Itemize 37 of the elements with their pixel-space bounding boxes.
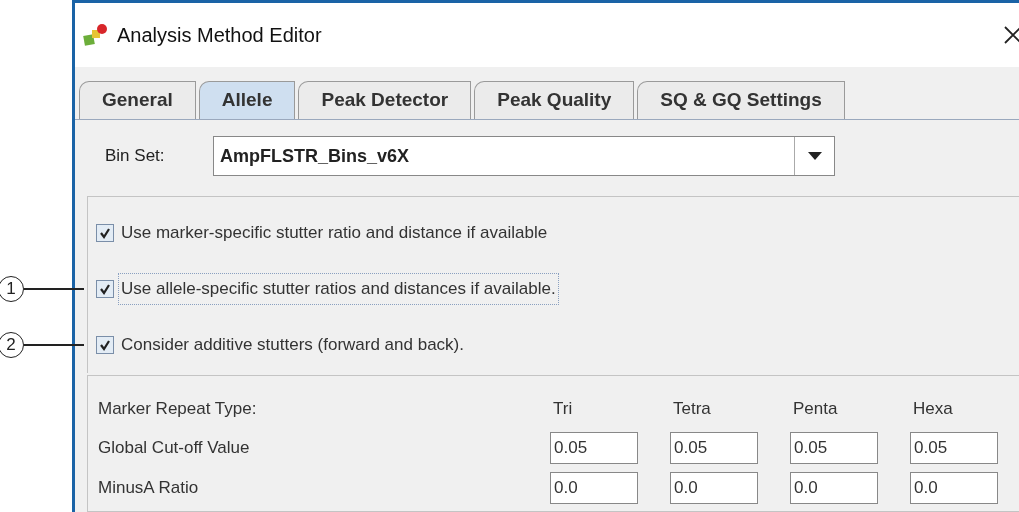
window-title: Analysis Method Editor — [117, 23, 322, 48]
caret-icon — [807, 152, 822, 160]
bin-set-dropdown[interactable]: AmpFLSTR_Bins_v6X — [213, 136, 835, 176]
bin-set-label: Bin Set: — [105, 145, 166, 168]
checkbox[interactable] — [96, 336, 114, 354]
option-label[interactable]: Use allele-specific stutter ratios and distances if available. — [118, 273, 559, 305]
check-icon — [99, 227, 111, 239]
option-label[interactable]: Consider additive stutters (forward and back). — [118, 329, 467, 361]
input-field[interactable]: 0.05 — [790, 432, 878, 464]
tab[interactable]: Peak Quality — [474, 81, 635, 119]
check-icon — [99, 339, 111, 351]
input-field[interactable]: 0.05 — [550, 432, 638, 464]
input-field[interactable]: 0.0 — [790, 472, 878, 504]
input-field[interactable]: 0.05 — [910, 432, 998, 464]
input-field[interactable]: 0.0 — [910, 472, 998, 504]
checkbox[interactable] — [96, 224, 114, 242]
input-field[interactable]: 0.0 — [550, 472, 638, 504]
row-label: MinusA Ratio — [98, 477, 200, 499]
column-header: Tri — [552, 398, 574, 421]
close-icon[interactable] — [1003, 25, 1019, 45]
input-field[interactable]: 0.05 — [670, 432, 758, 464]
leader-line — [24, 344, 84, 346]
check-icon — [99, 283, 111, 295]
column-header: Penta — [792, 398, 839, 421]
column-header: Tetra — [672, 398, 712, 421]
input-field[interactable]: 0.0 — [670, 472, 758, 504]
column-header: Hexa — [912, 398, 954, 421]
option-label[interactable]: Use marker-specific stutter ratio and distance if available — [118, 217, 551, 249]
app-logo-icon — [83, 23, 109, 47]
table-header: Marker Repeat Type: — [98, 398, 258, 420]
tab[interactable]: Peak Detector — [298, 81, 472, 119]
row-label: Global Cut-off Value — [98, 437, 251, 459]
tab[interactable]: General — [79, 81, 196, 119]
tab[interactable]: Allele — [198, 81, 296, 119]
leader-line — [24, 288, 84, 290]
tab[interactable]: SQ & GQ Settings — [637, 81, 845, 119]
checkbox[interactable] — [96, 280, 114, 298]
